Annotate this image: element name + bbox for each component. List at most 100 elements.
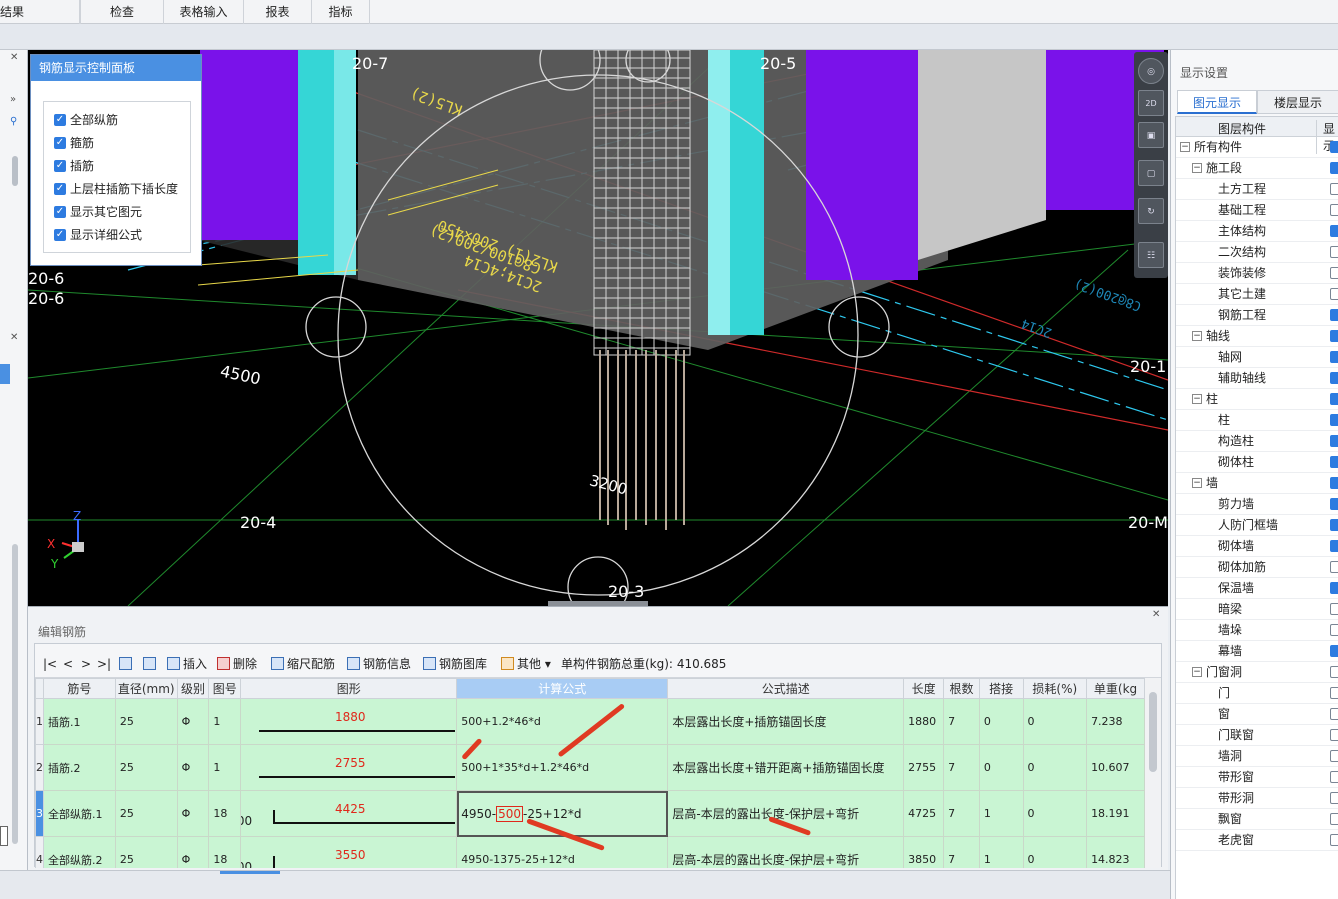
cell-loss[interactable]: 0 — [1022, 698, 1088, 745]
box-view-icon[interactable]: ▢ — [1138, 160, 1164, 186]
tree-item[interactable]: 门联窗 — [1176, 725, 1338, 746]
tree-item[interactable]: 保温墙 — [1176, 578, 1338, 599]
rebar-library-button[interactable]: 钢筋图库 — [423, 656, 487, 672]
cell-figure-no[interactable]: 18 — [208, 836, 242, 868]
collapse-icon[interactable]: − — [1192, 331, 1202, 341]
checkbox-checked-icon[interactable] — [1330, 309, 1338, 321]
cell-formula-desc[interactable]: 本层露出长度+插筋锚固长度 — [667, 698, 905, 745]
cell-count[interactable]: 7 — [943, 744, 980, 791]
checkbox-unchecked-icon[interactable] — [1330, 834, 1338, 846]
checkbox-unchecked-icon[interactable] — [1330, 792, 1338, 804]
option-stirrup[interactable]: ✓ 箍筋 — [54, 135, 94, 151]
checkbox-unchecked-icon[interactable] — [1330, 666, 1338, 678]
tree-item[interactable]: 门 — [1176, 683, 1338, 704]
nav-first-button[interactable]: |< — [43, 656, 57, 672]
col-loss[interactable]: 损耗(%) — [1022, 678, 1088, 699]
cell-length[interactable]: 4725 — [903, 790, 945, 837]
scrollbar-thumb[interactable] — [1149, 692, 1157, 772]
tree-item[interactable]: − 柱 — [1176, 389, 1338, 410]
cell-unit-weight[interactable]: 18.191 — [1086, 790, 1145, 837]
tree-item[interactable]: − 所有构件 — [1176, 137, 1338, 158]
checkbox-unchecked-icon[interactable] — [1330, 561, 1338, 573]
cell-grade[interactable]: Φ — [176, 836, 210, 868]
checkbox-checked-icon[interactable] — [1330, 519, 1338, 531]
cell-bar-no[interactable]: 插筋.1 — [43, 698, 116, 745]
cell-loss[interactable]: 0 — [1022, 790, 1088, 837]
nav-prev-button[interactable]: < — [63, 656, 73, 672]
tree-item[interactable]: 剪力墙 — [1176, 494, 1338, 515]
col-grade[interactable]: 级别 — [176, 678, 210, 699]
rotate-icon[interactable]: ↻ — [1138, 198, 1164, 224]
cell-formula[interactable]: 500+1.2*46*d — [456, 698, 669, 745]
table-row[interactable]: 1 插筋.1 25 Φ 1 1880 500+1.2*46*d 本层露出长度+插筋锚固长度 18… — [35, 698, 1145, 745]
col-lap[interactable]: 搭接 — [978, 678, 1024, 699]
cell-count[interactable]: 7 — [943, 698, 980, 745]
checkbox-checked-icon[interactable] — [1330, 414, 1338, 426]
checkbox-unchecked-icon[interactable] — [1330, 708, 1338, 720]
cell-loss[interactable]: 0 — [1022, 744, 1088, 791]
table-row[interactable]: 3全部纵筋.125Φ1844253004950-500-25+12*d层高-本层… — [35, 790, 1145, 837]
collapse-icon[interactable]: − — [1192, 667, 1202, 677]
checkbox-checked-icon[interactable] — [1330, 477, 1338, 489]
cell-length[interactable]: 3850 — [903, 836, 945, 868]
checkbox-unchecked-icon[interactable] — [1330, 288, 1338, 300]
table-row[interactable]: 2 插筋.2 25 Φ 1 2755 500+1*35*d+1.2*46*d 本层露出长度+错… — [35, 744, 1145, 791]
cell-lap[interactable]: 0 — [978, 698, 1024, 745]
close-icon[interactable]: ✕ — [10, 52, 18, 63]
checkbox-unchecked-icon[interactable] — [1330, 267, 1338, 279]
cell-figure-no[interactable]: 1 — [208, 744, 242, 791]
cell-lap[interactable]: 1 — [978, 790, 1024, 837]
cell-length[interactable]: 2755 — [903, 744, 945, 791]
checkbox-unchecked-icon[interactable] — [1330, 771, 1338, 783]
scrollbar-thumb[interactable] — [12, 544, 18, 844]
cell-shape[interactable]: 4425300 — [240, 790, 458, 837]
cell-shape[interactable]: 3550300 — [240, 836, 458, 868]
orbit-icon[interactable]: ◎ — [1138, 58, 1164, 84]
checkbox-checked-icon[interactable] — [1330, 225, 1338, 237]
tree-item[interactable]: 辅助轴线 — [1176, 368, 1338, 389]
tree-item[interactable]: 装饰装修 — [1176, 263, 1338, 284]
cell-count[interactable]: 7 — [943, 790, 980, 837]
checkbox-checked-icon[interactable] — [1330, 540, 1338, 552]
cell-formula[interactable]: 4950- 500 -25+12*d — [456, 790, 669, 837]
option-dowel[interactable]: ✓ 插筋 — [54, 158, 94, 174]
view-2d-button[interactable]: 2D — [1138, 90, 1164, 116]
tree-item[interactable]: 其它土建 — [1176, 284, 1338, 305]
option-show-other[interactable]: ✓ 显示其它图元 — [54, 204, 142, 220]
move-down-icon[interactable] — [143, 656, 159, 672]
tree-item[interactable]: − 门窗洞 — [1176, 662, 1338, 683]
collapse-icon[interactable]: − — [1192, 163, 1202, 173]
rebar-info-button[interactable]: 钢筋信息 — [347, 656, 411, 672]
tree-item[interactable]: 墙洞 — [1176, 746, 1338, 767]
col-figure-no[interactable]: 图号 — [208, 678, 242, 699]
tree-item[interactable]: 轴网 — [1176, 347, 1338, 368]
cell-shape[interactable]: 1880 — [240, 698, 458, 745]
tree-item[interactable]: 主体结构 — [1176, 221, 1338, 242]
row-number[interactable]: 4 — [35, 836, 44, 868]
checkbox-checked-icon[interactable] — [1330, 351, 1338, 363]
close-icon[interactable]: ✕ — [1152, 609, 1160, 620]
checkbox-checked-icon[interactable] — [1330, 372, 1338, 384]
checkbox-unchecked-icon[interactable] — [1330, 813, 1338, 825]
checkbox-checked-icon[interactable]: ✓ — [54, 206, 66, 218]
checkbox-unchecked-icon[interactable] — [1330, 603, 1338, 615]
expand-icon[interactable]: » — [10, 94, 16, 105]
checkbox-checked-icon[interactable] — [1330, 141, 1338, 153]
scrollbar-thumb[interactable] — [12, 156, 18, 186]
row-number[interactable]: 3 — [35, 790, 44, 837]
search-icon[interactable]: ⚲ — [10, 116, 17, 127]
cell-count[interactable]: 7 — [943, 836, 980, 868]
cell-bar-no[interactable]: 全部纵筋.2 — [43, 836, 116, 868]
delete-button[interactable]: 删除 — [217, 656, 257, 672]
tree-item[interactable]: 构造柱 — [1176, 431, 1338, 452]
col-length[interactable]: 长度 — [903, 678, 945, 699]
tab-floor-display[interactable]: 楼层显示 — [1257, 90, 1338, 114]
checkbox-unchecked-icon[interactable] — [1330, 687, 1338, 699]
menu-report[interactable]: 报表 — [244, 0, 312, 24]
col-unit-weight[interactable]: 单重(kg — [1086, 678, 1145, 699]
cell-diameter[interactable]: 25 — [114, 698, 178, 745]
tree-item[interactable]: 飘窗 — [1176, 809, 1338, 830]
checkbox-checked-icon[interactable] — [1330, 645, 1338, 657]
menu-check[interactable]: 检查 — [80, 0, 164, 24]
cell-diameter[interactable]: 25 — [114, 836, 178, 868]
